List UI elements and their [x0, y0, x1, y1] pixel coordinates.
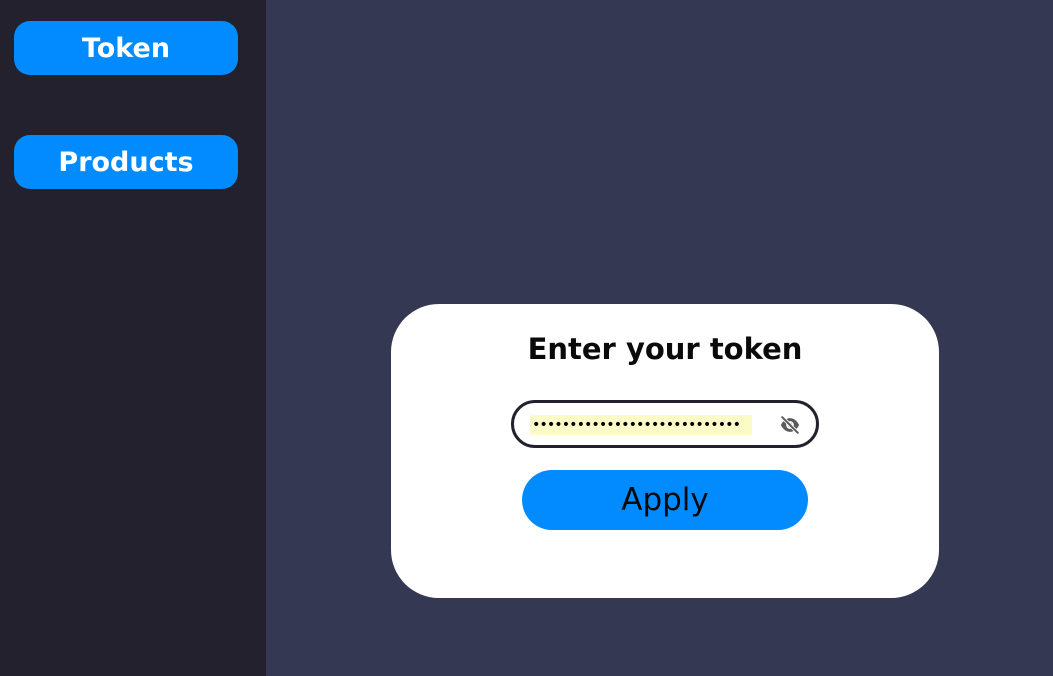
- apply-button[interactable]: Apply: [522, 470, 808, 530]
- sidebar-item-token[interactable]: Token: [14, 21, 238, 75]
- token-card: Enter your token Apply: [391, 304, 939, 598]
- token-input[interactable]: [530, 415, 752, 435]
- card-title: Enter your token: [527, 332, 803, 366]
- eye-off-icon[interactable]: [778, 413, 802, 437]
- sidebar-item-products[interactable]: Products: [14, 135, 238, 189]
- app-window: Token Products Enter your token Apply: [0, 0, 1053, 676]
- sidebar: Token Products: [0, 0, 266, 676]
- token-field: [511, 400, 819, 448]
